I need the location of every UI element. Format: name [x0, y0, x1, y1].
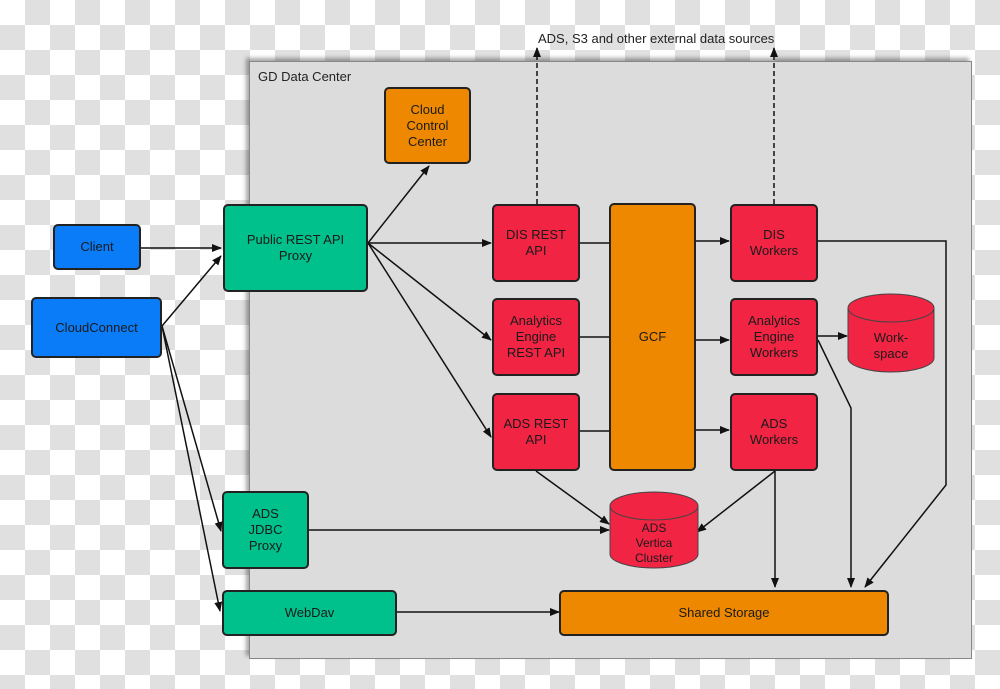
node-ads-vertica-cluster-label: ADS Vertica Cluster [634, 521, 673, 565]
node-ads-jdbc-proxy[interactable]: ADS JDBC Proxy [222, 491, 309, 569]
node-dis-rest-api-label: DIS REST API [506, 227, 566, 258]
node-dis-workers-label: DIS Workers [749, 227, 799, 258]
node-analytics-engine-workers-label: Analytics Engine Workers [747, 313, 801, 360]
node-gcf-label: GCF [638, 329, 667, 344]
node-ads-workers-label: ADS Workers [749, 416, 799, 447]
node-cloud-control-center[interactable]: Cloud Control Center [384, 87, 471, 164]
node-analytics-engine-workers[interactable]: Analytics Engine Workers [730, 298, 818, 376]
node-analytics-engine-rest-api[interactable]: Analytics Engine REST API [492, 298, 580, 376]
node-shared-storage-label: Shared Storage [678, 605, 770, 620]
node-cloudconnect[interactable]: CloudConnect [31, 297, 162, 358]
node-ads-rest-api-label: ADS REST API [503, 416, 569, 447]
node-analytics-engine-rest-api-label: Analytics Engine REST API [506, 313, 566, 360]
node-public-rest-api-proxy[interactable]: Public REST API Proxy [223, 204, 368, 292]
node-public-rest-api-proxy-label: Public REST API Proxy [246, 232, 345, 263]
node-cloudconnect-label: CloudConnect [55, 319, 138, 335]
node-workspace-label: Work- space [873, 330, 909, 361]
node-ads-jdbc-proxy-label: ADS JDBC Proxy [248, 506, 283, 553]
node-webdav-label: WebDav [284, 605, 335, 620]
node-dis-workers[interactable]: DIS Workers [730, 204, 818, 282]
node-cloud-control-center-label: Cloud Control Center [406, 101, 449, 149]
node-shared-storage[interactable]: Shared Storage [559, 590, 889, 636]
node-webdav[interactable]: WebDav [222, 590, 397, 636]
node-ads-workers[interactable]: ADS Workers [730, 393, 818, 471]
node-gcf[interactable]: GCF [609, 203, 696, 471]
node-dis-rest-api[interactable]: DIS REST API [492, 204, 580, 282]
node-client[interactable]: Client [53, 224, 141, 270]
edge-cloudconnect-webdav [161, 325, 223, 612]
node-ads-rest-api[interactable]: ADS REST API [492, 393, 580, 471]
node-client-label: Client [80, 239, 114, 254]
external-data-sources-label: ADS, S3 and other external data sources [538, 31, 775, 46]
container-title: GD Data Center [258, 69, 352, 84]
edge-cloudconnect-jdbc [161, 325, 223, 532]
edge-cloudconnect-proxy [161, 255, 222, 327]
